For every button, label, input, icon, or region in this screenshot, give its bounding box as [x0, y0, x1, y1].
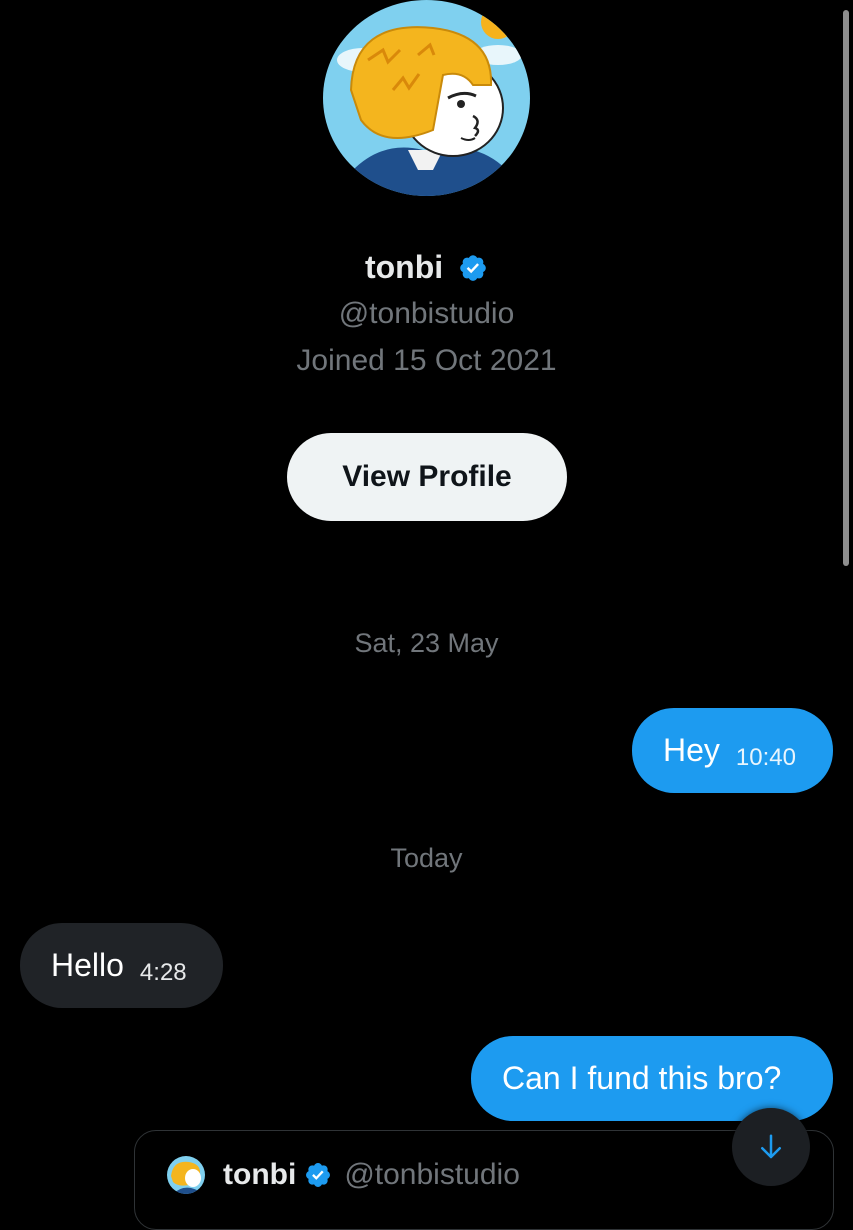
- date-separator: Sat, 23 May: [354, 628, 499, 658]
- profile-name: tonbi: [0, 247, 853, 286]
- quoted-post-author: tonbi @tonbistudio: [223, 1158, 520, 1192]
- message-time: 4:28: [139, 958, 187, 986]
- verified-badge-icon: [306, 1163, 331, 1187]
- quoted-post-handle: @tonbistudio: [344, 1158, 520, 1191]
- quoted-post-avatar: [167, 1156, 205, 1194]
- quoted-post-name: tonbi: [223, 1158, 297, 1191]
- scrollbar[interactable]: [843, 10, 849, 566]
- message-text: Hello: [51, 947, 124, 983]
- message-text: Can I fund this bro?: [502, 1060, 782, 1096]
- profile-avatar[interactable]: [323, 0, 530, 196]
- profile-name-text: tonbi: [364, 249, 444, 286]
- message-time: 10:40: [735, 743, 796, 771]
- message-bubble-received[interactable]: Hello 4:28: [20, 923, 223, 1008]
- profile-joined-date: Joined 15 Oct 2021: [296, 344, 557, 377]
- date-separator: Today: [390, 843, 463, 873]
- profile-handle: @tonbistudio: [338, 297, 515, 330]
- scroll-to-bottom-button[interactable]: [732, 1108, 810, 1186]
- message-text: Hey: [663, 732, 720, 768]
- arrow-down-icon: [761, 1134, 781, 1159]
- message-bubble-sent[interactable]: Hey 10:40: [632, 708, 833, 793]
- view-profile-button[interactable]: View Profile: [287, 433, 567, 521]
- quoted-post-card[interactable]: tonbi @tonbistudio: [134, 1130, 834, 1230]
- verified-badge-icon: [460, 254, 486, 281]
